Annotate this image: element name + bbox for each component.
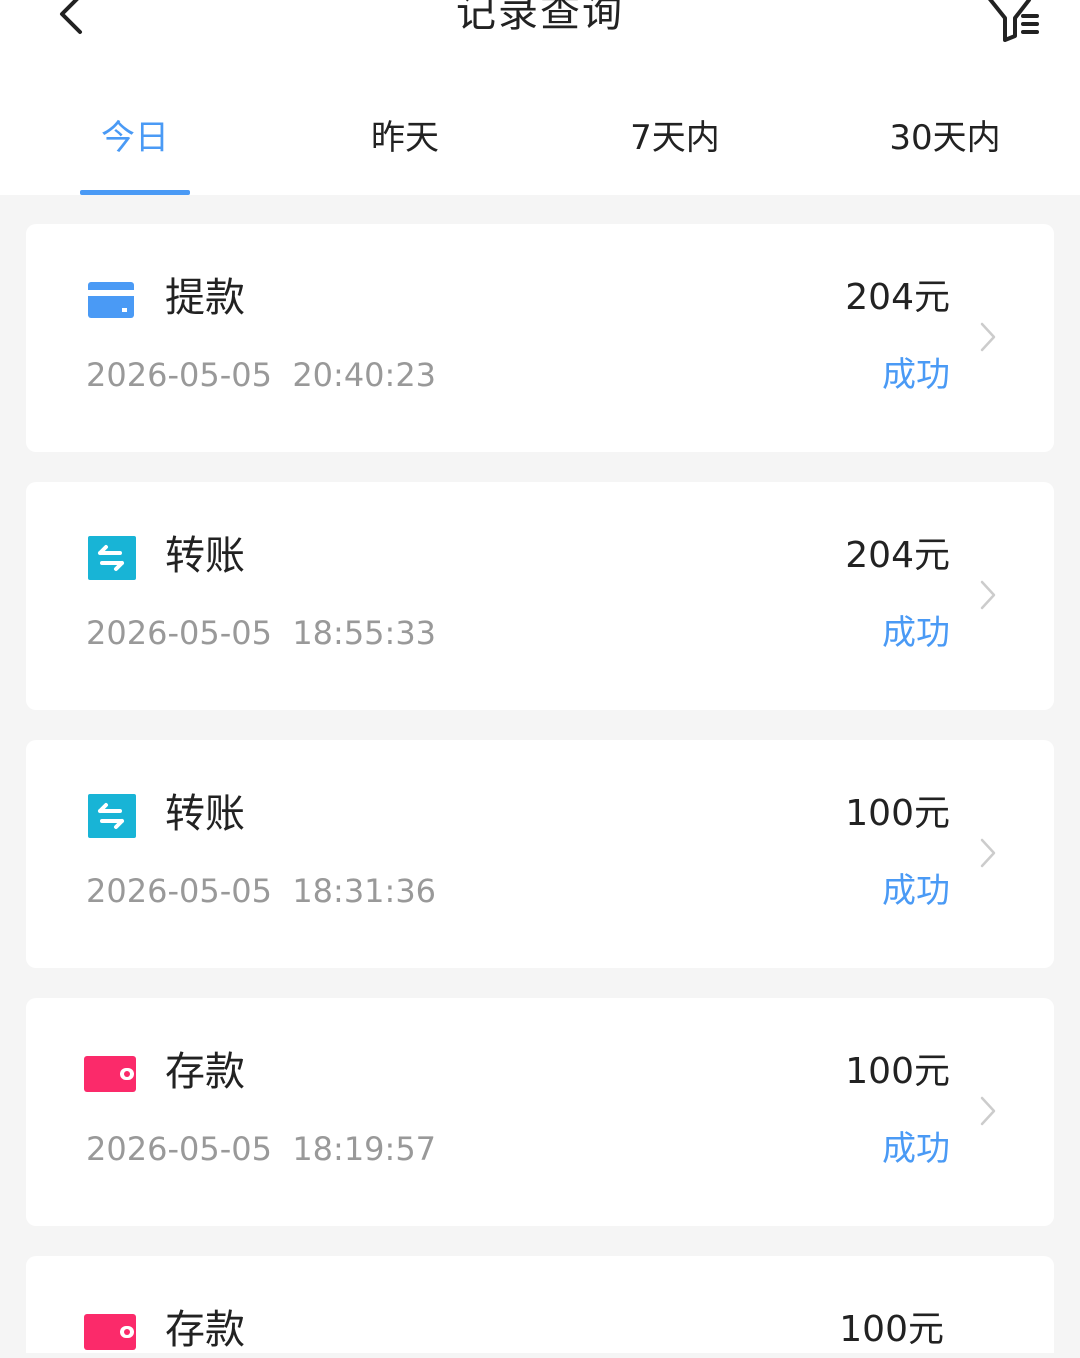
chevron-right-icon [980, 322, 996, 352]
chevron-right-icon [980, 1096, 996, 1126]
wallet-icon [84, 1314, 136, 1350]
chevron-right-icon [980, 580, 996, 610]
tab-30-days[interactable]: 30天内 [845, 100, 1045, 195]
date-range-tabs: 今日 昨天 7天内 30天内 [0, 100, 1080, 195]
record-status: 成功 [882, 355, 950, 395]
record-card[interactable]: 存款 2026-05-05 18:19:57 100元 成功 [26, 998, 1054, 1226]
record-datetime: 2026-05-05 18:31:36 [86, 872, 437, 910]
record-card[interactable]: 存款 100元 [26, 1256, 1054, 1353]
record-type: 转账 [165, 533, 245, 579]
wallet-icon [84, 1056, 136, 1092]
record-amount: 100元 [845, 1051, 950, 1092]
record-type: 存款 [165, 1049, 245, 1095]
app-header: 记录查询 今日 昨天 7天内 30天内 [0, 0, 1080, 195]
record-card[interactable]: 转账 2026-05-05 18:55:33 204元 成功 [26, 482, 1054, 710]
record-amount: 204元 [845, 535, 950, 576]
active-tab-indicator [80, 190, 190, 195]
filter-icon [988, 0, 1039, 42]
record-type: 转账 [165, 791, 245, 837]
filter-button[interactable] [985, 0, 1045, 48]
tab-yesterday[interactable]: 昨天 [305, 100, 505, 195]
transfer-icon [88, 794, 136, 838]
record-card[interactable]: 提款 2026-05-05 20:40:23 204元 成功 [26, 224, 1054, 452]
record-amount: 100元 [845, 793, 950, 834]
record-type: 提款 [165, 275, 245, 321]
transfer-icon [88, 536, 136, 580]
record-card[interactable]: 转账 2026-05-05 18:31:36 100元 成功 [26, 740, 1054, 968]
record-status: 成功 [882, 613, 950, 653]
record-status: 成功 [882, 1129, 950, 1169]
page-title: 记录查询 [456, 0, 624, 36]
card-icon [88, 282, 134, 318]
record-datetime: 2026-05-05 18:19:57 [86, 1130, 437, 1168]
tab-7-days[interactable]: 7天内 [575, 100, 775, 195]
chevron-right-icon [980, 838, 996, 868]
record-amount: 204元 [845, 277, 950, 318]
record-datetime: 2026-05-05 20:40:23 [86, 356, 437, 394]
record-status: 成功 [882, 871, 950, 911]
record-datetime: 2026-05-05 18:55:33 [86, 614, 437, 652]
tab-today[interactable]: 今日 [35, 100, 235, 195]
record-type: 存款 [165, 1307, 245, 1353]
record-amount: 100元 [839, 1309, 944, 1350]
